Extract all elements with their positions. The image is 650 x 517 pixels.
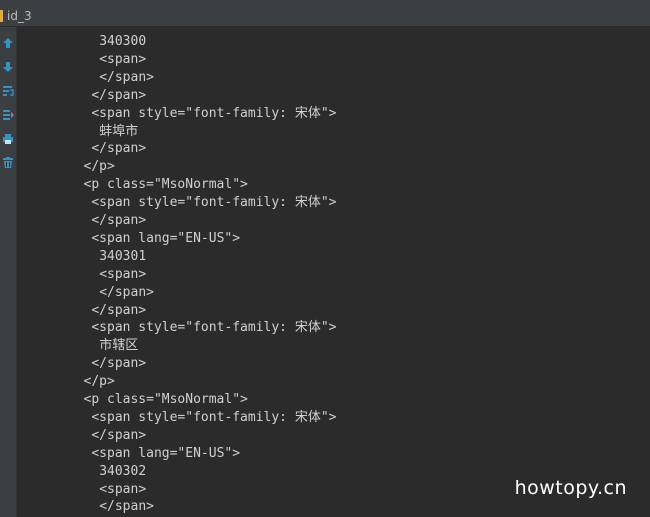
scroll-down-button[interactable] bbox=[0, 57, 16, 77]
delete-icon bbox=[2, 154, 14, 173]
code-line: <p class="MsoNormal"> bbox=[83, 392, 248, 407]
down-arrow-icon bbox=[2, 58, 14, 77]
code-line: </p> bbox=[83, 159, 115, 175]
code-line: <span style="font-family: 宋体"> bbox=[91, 195, 337, 211]
code-line: <span> bbox=[99, 51, 147, 67]
soft-wrap-button[interactable] bbox=[0, 105, 16, 125]
up-arrow-icon bbox=[2, 34, 14, 53]
code-line: 340301 bbox=[99, 248, 147, 264]
left-toolbar bbox=[0, 27, 17, 517]
code-line: </span> bbox=[99, 69, 154, 85]
code-line: <span style="font-family: 宋体"> bbox=[91, 409, 337, 425]
code-line: <p class="MsoNormal"> bbox=[83, 177, 248, 193]
code-line: <span lang="EN-US"> bbox=[91, 445, 241, 461]
scroll-up-button[interactable] bbox=[0, 33, 16, 53]
code-line: </span> bbox=[91, 213, 147, 228]
code-line: 340300 bbox=[99, 34, 147, 49]
soft-wrap-icon bbox=[2, 106, 14, 125]
code-line: 蚌埠市 bbox=[99, 123, 139, 139]
print-icon bbox=[2, 130, 14, 149]
code-line: <span style="font-family: 宋体"> bbox=[91, 320, 337, 336]
code-line: </span> bbox=[91, 427, 147, 443]
code-line: </span> bbox=[99, 284, 154, 300]
watermark: howtopy.cn bbox=[514, 477, 627, 499]
tab-id-3[interactable]: id_3 bbox=[3, 9, 32, 23]
delete-button[interactable] bbox=[0, 153, 16, 173]
code-line: 市辖区 bbox=[99, 338, 139, 354]
code-line: <span lang="EN-US"> bbox=[91, 230, 241, 246]
code-line: </p> bbox=[83, 374, 115, 390]
print-button[interactable] bbox=[0, 129, 16, 149]
tab-bar: id_3 bbox=[0, 6, 650, 27]
code-line: </span> bbox=[91, 87, 147, 103]
code-line: 340302 bbox=[99, 463, 147, 479]
code-line: <span> bbox=[99, 481, 147, 497]
code-line: <span> bbox=[99, 266, 147, 282]
code-line: </span> bbox=[91, 356, 147, 372]
code-line: </span> bbox=[91, 141, 147, 157]
code-line: </span> bbox=[99, 499, 154, 515]
code-line: </span> bbox=[91, 302, 147, 318]
wrap-lines-icon bbox=[2, 82, 14, 101]
code-editor[interactable]: 340300 <span> </span> </span> <span style="f… bbox=[17, 27, 650, 517]
wrap-lines-button[interactable] bbox=[0, 81, 16, 101]
code-line: <span style="font-family: 宋体"> bbox=[91, 105, 337, 121]
